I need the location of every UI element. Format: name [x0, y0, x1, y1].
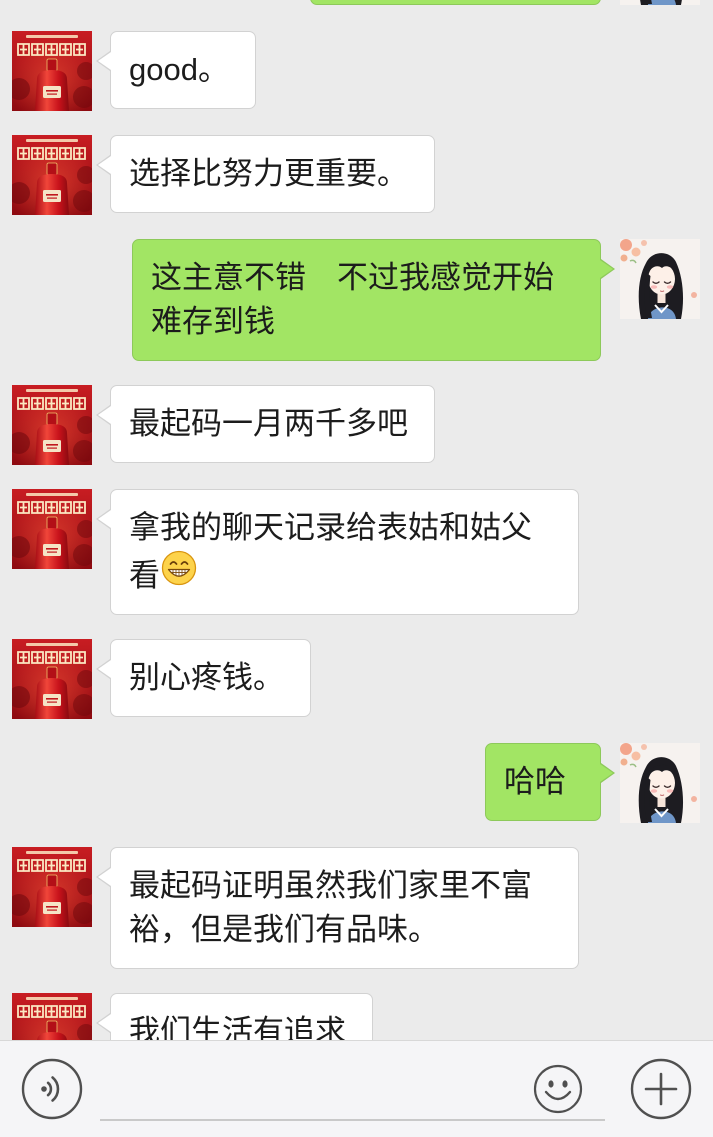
message-row-received: 最起码一月两千多吧: [0, 385, 713, 465]
grinning-face-icon: [161, 550, 197, 586]
message-text: 别心疼钱。: [129, 660, 284, 695]
my-avatar[interactable]: [620, 0, 700, 5]
message-bubble[interactable]: 最起码一月两千多吧: [96, 385, 435, 463]
emoji-icon: [533, 1064, 583, 1114]
message-row-received: 选择比努力更重要。: [0, 135, 713, 215]
chat-message-list[interactable]: good。 选择比努力更重要。 这主意不错 不过我感觉开始难存到钱 最起码一月两…: [0, 0, 713, 1040]
voice-icon: [21, 1058, 83, 1120]
my-avatar[interactable]: [620, 239, 700, 319]
contact-avatar[interactable]: [12, 135, 92, 215]
message-row-received: 拿我的聊天记录给表姑和姑父看: [0, 489, 713, 615]
more-button[interactable]: [630, 1058, 692, 1120]
message-text: 最起码证明虽然我们家里不富裕，但是我们有品味。: [129, 868, 532, 947]
message-row-received: 最起码证明虽然我们家里不富裕，但是我们有品味。: [0, 847, 713, 969]
message-text: 选择比努力更重要。: [129, 156, 408, 191]
message-bubble[interactable]: 哈哈: [485, 743, 615, 821]
message-row-received: good。: [0, 31, 713, 111]
contact-avatar[interactable]: [12, 639, 92, 719]
message-text: 这主意不错 不过我感觉开始难存到钱: [151, 260, 554, 339]
message-input[interactable]: [100, 1057, 605, 1121]
message-bubble[interactable]: 我们生活有追求: [96, 993, 373, 1040]
chat-input-bar: [0, 1040, 713, 1137]
contact-avatar[interactable]: [12, 993, 92, 1040]
contact-avatar[interactable]: [12, 489, 92, 569]
partial-sent-bubble[interactable]: [310, 0, 601, 5]
my-avatar[interactable]: [620, 743, 700, 823]
message-bubble[interactable]: 这主意不错 不过我感觉开始难存到钱: [132, 239, 615, 361]
message-row-sent: 哈哈: [0, 743, 713, 823]
message-text: 哈哈: [504, 764, 566, 799]
message-row-received: 别心疼钱。: [0, 639, 713, 719]
plus-icon: [630, 1058, 692, 1120]
message-text: good。: [129, 52, 229, 87]
message-bubble[interactable]: 最起码证明虽然我们家里不富裕，但是我们有品味。: [96, 847, 579, 969]
contact-avatar[interactable]: [12, 847, 92, 927]
message-list: good。 选择比努力更重要。 这主意不错 不过我感觉开始难存到钱 最起码一月两…: [0, 0, 713, 1040]
voice-button[interactable]: [21, 1058, 83, 1120]
message-bubble[interactable]: 拿我的聊天记录给表姑和姑父看: [96, 489, 579, 615]
message-bubble[interactable]: good。: [96, 31, 256, 109]
message-row-received: 我们生活有追求: [0, 993, 713, 1040]
emoji-button[interactable]: [533, 1064, 583, 1114]
contact-avatar[interactable]: [12, 385, 92, 465]
message-bubble[interactable]: 别心疼钱。: [96, 639, 311, 717]
message-text: 我们生活有追求: [129, 1014, 346, 1040]
message-text: 最起码一月两千多吧: [129, 406, 408, 441]
message-row-sent: 这主意不错 不过我感觉开始难存到钱: [0, 239, 713, 361]
message-bubble[interactable]: 选择比努力更重要。: [96, 135, 435, 213]
contact-avatar[interactable]: [12, 31, 92, 111]
